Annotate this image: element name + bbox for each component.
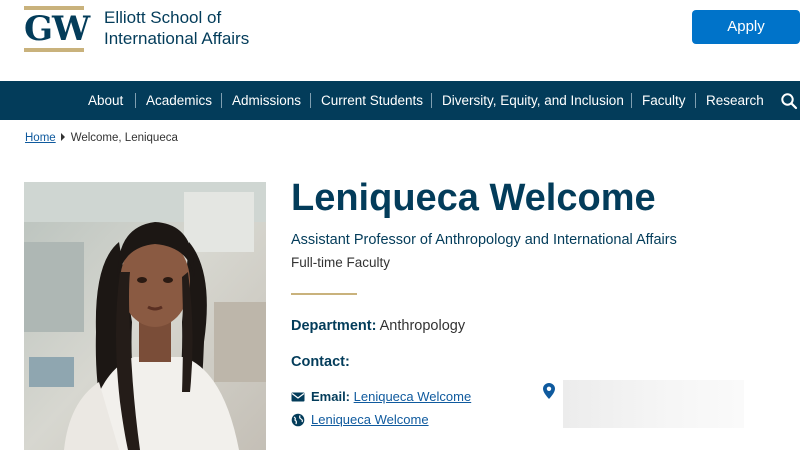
- website-link[interactable]: Leniqueca Welcome: [311, 412, 429, 427]
- nav-item-research[interactable]: Research: [706, 81, 764, 120]
- nav-item-faculty[interactable]: Faculty: [642, 81, 686, 120]
- nav-separator: [631, 93, 632, 108]
- main-nav: About Academics Admissions Current Stude…: [0, 81, 800, 120]
- nav-separator: [431, 93, 432, 108]
- gw-logo[interactable]: GW: [24, 6, 90, 52]
- breadcrumb-current: Welcome, Leniqueca: [70, 132, 178, 144]
- website-row: Leniqueca Welcome: [291, 411, 429, 429]
- breadcrumb: Home Welcome, Leniqueca: [25, 130, 178, 146]
- email-link[interactable]: Leniqueca Welcome: [354, 389, 472, 404]
- location-pin-icon: [543, 383, 555, 399]
- portrait-illustration: [24, 182, 266, 450]
- envelope-icon: [291, 392, 305, 402]
- logo-text: GW: [24, 9, 90, 49]
- profile-photo: [24, 182, 266, 450]
- apply-button[interactable]: Apply: [692, 10, 800, 44]
- department-value: Anthropology: [379, 318, 466, 334]
- school-name[interactable]: Elliott School of International Affairs: [104, 7, 304, 49]
- profile-faculty-type: Full-time Faculty: [291, 255, 391, 270]
- profile-title: Assistant Professor of Anthropology and …: [291, 232, 677, 248]
- nav-item-about[interactable]: About: [88, 81, 123, 120]
- nav-item-dei[interactable]: Diversity, Equity, and Inclusion: [442, 81, 624, 120]
- school-name-line1: Elliott School of: [104, 8, 222, 27]
- email-label: Email:: [311, 389, 351, 404]
- nav-separator: [135, 93, 136, 108]
- school-name-line2: International Affairs: [104, 29, 250, 48]
- nav-item-academics[interactable]: Academics: [146, 81, 212, 120]
- department-label: Department:: [291, 318, 377, 334]
- breadcrumb-home-link[interactable]: Home: [25, 132, 56, 144]
- department-line: Department: Anthropology: [291, 317, 465, 336]
- nav-separator: [310, 93, 311, 108]
- logo-bottom-bar: [24, 48, 84, 52]
- nav-separator: [695, 93, 696, 108]
- site-header: GW Elliott School of International Affai…: [0, 0, 800, 81]
- nav-separator: [221, 93, 222, 108]
- address-placeholder: [563, 380, 744, 428]
- nav-item-admissions[interactable]: Admissions: [232, 81, 301, 120]
- contact-label: Contact:: [291, 354, 350, 370]
- divider: [291, 293, 357, 295]
- nav-item-current-students[interactable]: Current Students: [321, 81, 423, 120]
- globe-icon: [291, 413, 305, 427]
- search-icon[interactable]: [780, 92, 798, 110]
- email-row: Email: Leniqueca Welcome: [291, 388, 471, 406]
- breadcrumb-arrow-icon: [60, 133, 65, 141]
- profile-name: Leniqueca Welcome: [291, 177, 656, 219]
